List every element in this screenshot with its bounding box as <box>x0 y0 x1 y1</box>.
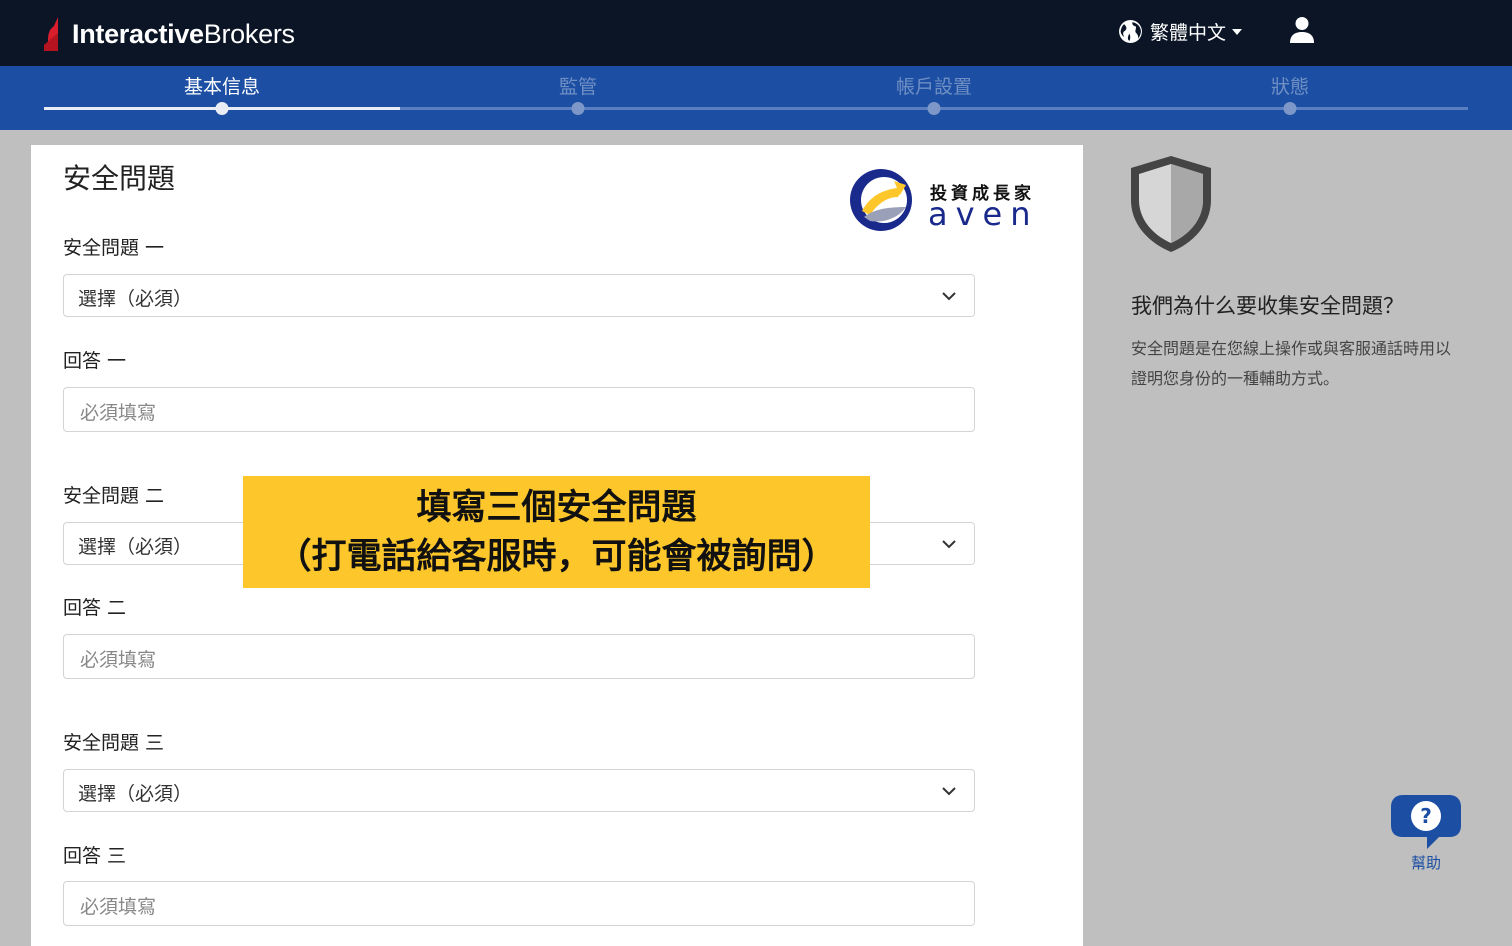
answer-2-input[interactable]: 必須填寫 <box>63 634 975 679</box>
question-2-label: 安全問題 二 <box>63 485 165 507</box>
language-selector[interactable]: 繁體中文 <box>1118 18 1243 45</box>
language-label: 繁體中文 <box>1150 22 1227 44</box>
aven-logo-icon <box>850 169 912 231</box>
shield-icon <box>1131 156 1211 252</box>
globe-icon <box>1119 20 1142 43</box>
top-bar: InteractiveBrokers 繁體中文 <box>0 0 1512 66</box>
question-1-select[interactable]: 選擇（必須） <box>63 274 975 317</box>
annotation-line-1: 填寫三個安全問題 <box>416 488 697 528</box>
question-2-select-value: 選擇（必須） <box>78 536 193 558</box>
question-3-label: 安全問題 三 <box>63 732 165 754</box>
sidebar-title: 我們為什么要收集安全問題？ <box>1131 294 1404 318</box>
help-icon: ? <box>1391 795 1461 849</box>
step-dot-account-settings <box>927 102 941 115</box>
watermark-logo: 投資成長家 aven <box>848 167 1048 237</box>
chevron-down-icon <box>942 292 956 301</box>
step-dot-regulatory <box>571 102 585 115</box>
page-title: 安全問題 <box>63 162 176 195</box>
caret-down-icon <box>1232 28 1243 35</box>
step-dot-status <box>1283 102 1297 115</box>
chevron-down-icon <box>942 540 956 549</box>
svg-text:?: ? <box>1420 804 1432 828</box>
step-regulatory: 監管 <box>558 76 598 98</box>
step-basic-info: 基本信息 <box>183 76 261 98</box>
watermark-name: aven <box>928 195 1039 233</box>
answer-1-placeholder: 必須填寫 <box>80 402 157 424</box>
ib-logo-icon <box>44 17 58 51</box>
sidebar-body: 安全問題是在您線上操作或與客服通話時用以證明您身份的一種輔助方式。 <box>1131 339 1452 388</box>
step-dot-basic-info <box>215 102 229 115</box>
answer-1-input[interactable]: 必須填寫 <box>63 387 975 432</box>
question-1-label: 安全問題 一 <box>63 237 165 259</box>
answer-3-label: 回答 三 <box>63 845 127 867</box>
answer-3-input[interactable]: 必須填寫 <box>63 881 975 926</box>
user-icon[interactable] <box>1289 16 1315 44</box>
help-label: 幫助 <box>1410 854 1441 872</box>
answer-1-label: 回答 一 <box>63 350 127 372</box>
question-1-select-value: 選擇（必須） <box>78 288 193 310</box>
question-3-select-value: 選擇（必須） <box>78 783 193 805</box>
chevron-down-icon <box>942 787 956 796</box>
logo-text: InteractiveBrokers <box>72 18 295 49</box>
annotation-line-2: （打電話給客服時，可能會被詢問） <box>276 537 837 577</box>
step-status: 狀態 <box>1270 76 1310 98</box>
logo[interactable]: InteractiveBrokers <box>44 14 295 54</box>
answer-3-placeholder: 必須填寫 <box>80 896 157 918</box>
help-button[interactable]: ? 幫助 <box>1389 793 1463 873</box>
step-account-settings: 帳戶設置 <box>895 76 973 98</box>
question-3-select[interactable]: 選擇（必須） <box>63 769 975 812</box>
step-progress-bar: 基本信息 監管 帳戶設置 狀態 <box>0 66 1512 130</box>
answer-2-placeholder: 必須填寫 <box>80 649 157 671</box>
answer-2-label: 回答 二 <box>63 597 127 619</box>
annotation-banner: 填寫三個安全問題 （打電話給客服時，可能會被詢問） <box>243 476 870 588</box>
